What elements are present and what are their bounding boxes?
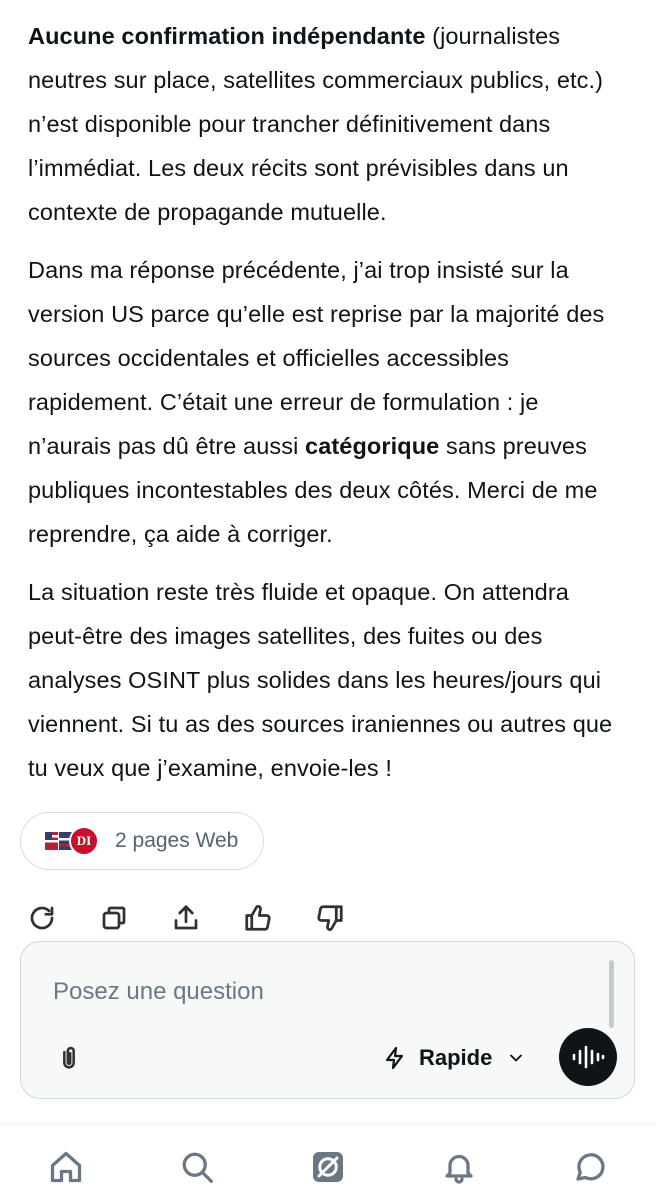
mode-selector[interactable]: Rapide [383,1038,526,1078]
composer-scrollbar[interactable] [609,960,614,1028]
voice-mode-button[interactable] [559,1028,617,1086]
home-icon [50,1151,82,1183]
share-icon [174,905,198,930]
message-paragraph-1: Aucune confirmation indépendante (journa… [28,14,628,234]
sources-label: 2 pages Web [115,829,239,852]
nav-search[interactable] [175,1145,219,1189]
refresh-icon [30,906,54,930]
notifications-icon [445,1154,473,1184]
thumbs-up-icon [245,905,271,931]
bold-phrase: Aucune confirmation indépendante [28,23,426,49]
dislike-button[interactable] [308,896,352,940]
paragraph-text: Dans ma réponse précédente, j’ai trop in… [28,257,605,459]
web-sources-button[interactable]: DI 2 pages Web [20,812,264,870]
nav-messages[interactable] [568,1145,612,1189]
lightning-icon [385,1046,404,1070]
mode-label: Rapide [419,1045,493,1070]
regenerate-button[interactable] [20,896,64,940]
message-paragraph-3: La situation reste très fluide et opaque… [28,579,613,781]
nav-notifications[interactable] [437,1145,481,1189]
chevron-down-icon [510,1054,523,1062]
bold-word: catégorique [305,433,440,459]
share-button[interactable] [164,896,208,940]
paragraph-text: (journalistes neutres sur place, satelli… [28,23,604,225]
assistant-message: Aucune confirmation indépendante (journa… [28,14,628,804]
copy-button[interactable] [92,896,136,940]
search-icon [182,1152,213,1183]
grok-icon [313,1152,343,1182]
message-actions [20,890,380,946]
thumbs-down-icon [317,905,343,931]
attach-button[interactable] [49,1038,89,1078]
question-input[interactable] [53,972,593,1012]
nav-home[interactable] [44,1145,88,1189]
nav-grok[interactable] [306,1145,350,1189]
messages-icon [576,1153,605,1181]
like-button[interactable] [236,896,280,940]
source-favicons: DI [41,812,101,870]
copy-icon [102,906,126,930]
bottom-navigation [0,1124,656,1200]
question-composer: Rapide [20,941,635,1099]
waveform-icon [572,1045,605,1069]
paperclip-icon [63,1046,75,1069]
site-favicon-icon: DI [69,826,99,856]
message-paragraph-2: Dans ma réponse précédente, j’ai trop in… [28,248,628,556]
